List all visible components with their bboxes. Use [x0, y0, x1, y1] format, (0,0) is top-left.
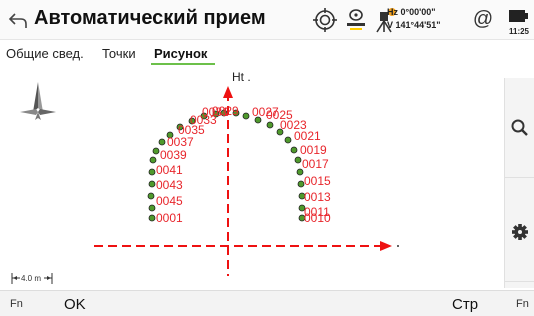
- horizontal-axis-arrow: [380, 241, 392, 251]
- connection-button[interactable]: @: [470, 6, 496, 32]
- point-label: 0027: [252, 105, 279, 119]
- page-button[interactable]: Стр: [452, 296, 478, 313]
- tab-general[interactable]: Общие свед.: [6, 46, 84, 61]
- active-tab-indicator: [151, 63, 215, 65]
- tab-points[interactable]: Точки: [102, 46, 136, 61]
- back-arrow-icon: [8, 13, 27, 28]
- v-value: V 141°44'51": [387, 20, 441, 30]
- survey-point[interactable]: [152, 147, 160, 155]
- clock-time: 11:25: [508, 27, 530, 36]
- survey-point[interactable]: [294, 156, 302, 164]
- survey-point[interactable]: [242, 112, 250, 120]
- page-title: Автоматический прием: [34, 7, 266, 29]
- survey-points: 0001004500430041003900370035003300310029…: [147, 104, 331, 225]
- softkey-bar: Fn OK Стр Fn: [0, 290, 534, 316]
- vertical-axis-arrow: [223, 86, 233, 98]
- point-label: 0011: [304, 205, 330, 219]
- drawing-canvas[interactable]: Ht . 0001 0045 0043 0041 0039 0037 0035 0033 003…: [0, 68, 504, 290]
- screen: Автоматический прием Hz 0°00'00" V 141°4…: [0, 0, 534, 316]
- ok-button[interactable]: OK: [64, 296, 86, 313]
- gear-icon: [512, 224, 528, 240]
- side-tool-panel: [504, 78, 534, 288]
- point-label: 0039: [160, 148, 187, 162]
- title-bar: Автоматический прием Hz 0°00'00" V 141°4…: [0, 0, 534, 40]
- survey-point[interactable]: [148, 204, 156, 212]
- point-label: 0015: [304, 174, 331, 188]
- magnifier-icon: [511, 119, 528, 136]
- survey-point[interactable]: [284, 136, 292, 144]
- plot-svg: Ht . 00010045004300410039003700350033003…: [11, 70, 399, 284]
- settings-button[interactable]: [505, 182, 534, 282]
- back-button[interactable]: [6, 8, 30, 32]
- zoom-button[interactable]: [505, 78, 534, 178]
- point-label: 0029: [212, 104, 239, 118]
- point-label: 0001: [156, 211, 183, 225]
- height-axis-label: Ht .: [232, 70, 251, 84]
- survey-point[interactable]: [148, 214, 156, 222]
- point-label: 0043: [156, 178, 183, 192]
- target-icon: [313, 8, 337, 32]
- survey-point[interactable]: [148, 168, 156, 176]
- target-prism-button[interactable]: [311, 6, 339, 34]
- fn-right-button[interactable]: Fn: [516, 298, 529, 310]
- north-arrow-icon: [20, 82, 56, 120]
- survey-point[interactable]: [148, 180, 156, 188]
- tab-bar: Общие свед. Точки Рисунок: [0, 40, 534, 66]
- survey-point[interactable]: [266, 121, 274, 129]
- point-label: 0037: [167, 135, 194, 149]
- point-label: 0041: [156, 163, 183, 177]
- axis-end-dot: [397, 245, 399, 247]
- point-label: 0013: [304, 190, 331, 204]
- hz-value: Hz 0°00'00": [387, 7, 436, 17]
- laser-button[interactable]: [342, 6, 370, 34]
- scale-bar: 4.0 m: [11, 273, 53, 284]
- survey-point[interactable]: [158, 138, 166, 146]
- point-label: 0017: [302, 157, 329, 171]
- tab-drawing[interactable]: Рисунок: [154, 46, 207, 61]
- survey-point[interactable]: [147, 192, 155, 200]
- battery-icon: [509, 10, 528, 22]
- scale-label: 4.0 m: [21, 274, 41, 283]
- point-label: 0045: [156, 194, 183, 208]
- point-label: 0019: [300, 143, 327, 157]
- survey-point[interactable]: [290, 146, 298, 154]
- fn-left-button[interactable]: Fn: [10, 298, 23, 310]
- laser-plummet-icon: [347, 9, 365, 30]
- angle-readout: Hz 0°00'00" V 141°44'51": [387, 6, 441, 32]
